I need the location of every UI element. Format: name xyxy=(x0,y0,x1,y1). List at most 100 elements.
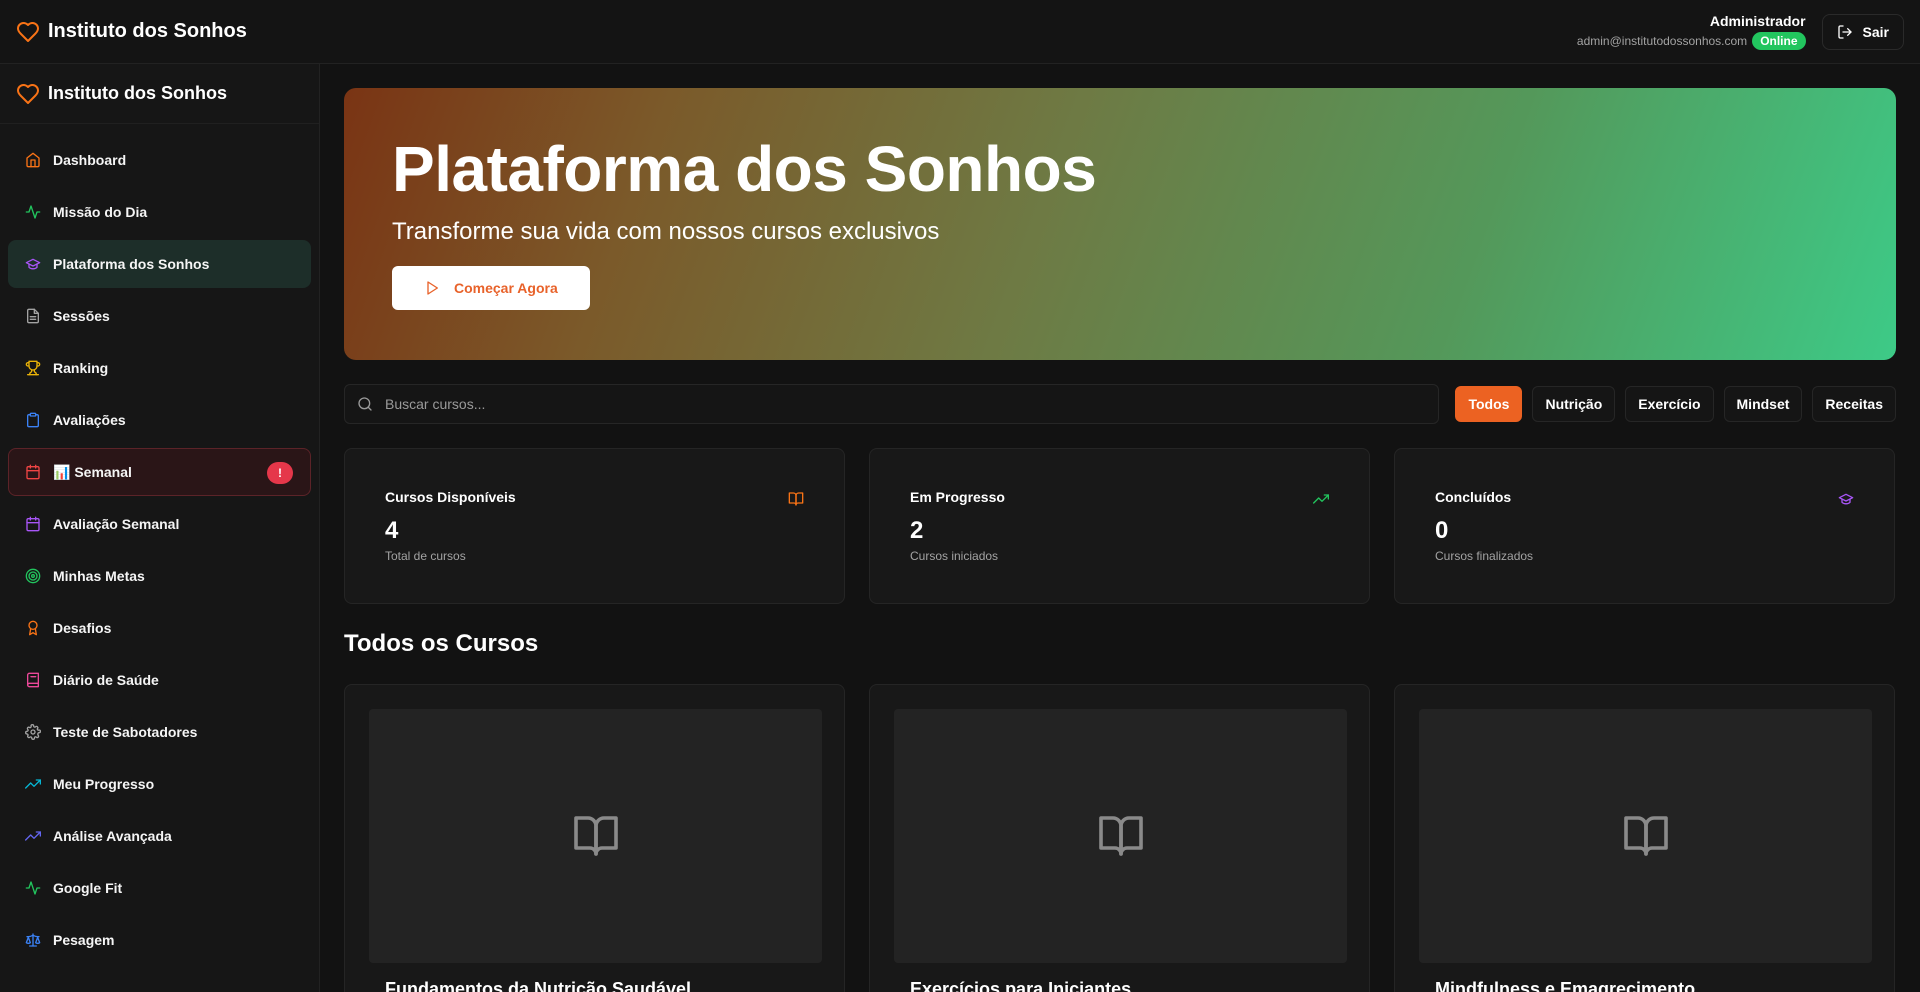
course-thumbnail xyxy=(369,709,822,963)
sidebar-item[interactable]: Google Fit xyxy=(8,864,311,912)
graduation-cap-icon xyxy=(25,258,41,270)
search-icon xyxy=(358,397,372,411)
sidebar-item[interactable]: Avaliações xyxy=(8,396,311,444)
course-title: Fundamentos da Nutrição Saudável xyxy=(385,979,692,992)
sidebar-brand-title: Instituto dos Sonhos xyxy=(48,83,227,103)
course-title: Mindfulness e Emagrecimento xyxy=(1435,979,1696,992)
hero-banner: Plataforma dos Sonhos Transforme sua vid… xyxy=(344,88,1896,360)
user-name: Administrador xyxy=(1709,13,1806,29)
course-card[interactable]: Mindfulness e Emagrecimento xyxy=(1394,684,1895,992)
user-email: admin@institutodossonhos.com xyxy=(1576,34,1748,48)
course-grid: Fundamentos da Nutrição Saudável Exercíci… xyxy=(344,684,1896,992)
logout-button[interactable]: Sair xyxy=(1821,13,1904,50)
course-card[interactable]: Fundamentos da Nutrição Saudável xyxy=(344,684,845,992)
sidebar-item[interactable]: Minhas Metas xyxy=(8,552,311,600)
online-status-badge: Online xyxy=(1752,32,1806,50)
log-out-icon xyxy=(1837,24,1852,39)
course-title: Exercícios para Iniciantes xyxy=(910,979,1132,992)
sidebar-item-label: Ranking xyxy=(53,360,109,376)
sidebar-item-label: Avaliações xyxy=(53,412,126,428)
sidebar-item-label: Missão do Dia xyxy=(53,204,148,220)
stat-label: Cursos Disponíveis xyxy=(385,489,516,505)
stat-value: 2 xyxy=(910,517,924,544)
trending-up-icon xyxy=(25,779,41,789)
filter-chip[interactable]: Nutrição xyxy=(1532,386,1616,422)
graduation-cap-icon xyxy=(1838,493,1854,505)
sidebar-item-label: Avaliação Semanal xyxy=(53,516,180,532)
sidebar-item[interactable]: Diário de Saúde xyxy=(8,656,311,704)
stat-subtitle: Total de cursos xyxy=(385,549,466,563)
calendar-icon xyxy=(26,464,40,480)
scale-icon xyxy=(25,933,41,947)
settings-icon xyxy=(25,724,41,740)
activity-icon xyxy=(25,205,41,219)
sidebar-item[interactable]: Ranking xyxy=(8,344,311,392)
book-open-icon xyxy=(788,492,804,506)
home-icon xyxy=(26,152,40,168)
heart-icon xyxy=(17,21,39,42)
clipboard-icon xyxy=(27,412,39,428)
filter-chip[interactable]: Mindset xyxy=(1723,386,1803,422)
sidebar-item-label: Google Fit xyxy=(53,880,123,896)
sidebar-item-label: Diário de Saúde xyxy=(53,672,159,688)
course-card[interactable]: Exercícios para Iniciantes xyxy=(869,684,1370,992)
sidebar-item-label: Desafios xyxy=(53,620,112,636)
award-icon xyxy=(28,620,38,636)
trophy-icon xyxy=(25,360,41,376)
sidebar-item-label: 📊 Semanal xyxy=(53,463,132,480)
sidebar-item[interactable]: Plataforma dos Sonhos xyxy=(8,240,311,288)
sidebar-item[interactable]: Avaliação Semanal xyxy=(8,500,311,548)
section-title: Todos os Cursos xyxy=(344,630,539,657)
main-content: Plataforma dos Sonhos Transforme sua vid… xyxy=(344,88,1896,992)
stat-card: Concluídos 0 Cursos finalizados xyxy=(1394,448,1895,604)
sidebar-item[interactable]: Sessões xyxy=(8,292,311,340)
category-filters: Todos Nutrição Exercício Mindset Receitas xyxy=(1455,386,1896,422)
user-area: Administrador admin@institutodossonhos.c… xyxy=(1577,13,1904,50)
trending-up-icon xyxy=(1313,494,1329,504)
play-icon xyxy=(427,281,438,296)
sidebar-item[interactable]: 📊 Semanal! xyxy=(8,448,311,496)
stat-label: Em Progresso xyxy=(910,489,1005,505)
sidebar-brand[interactable]: Instituto dos Sonhos xyxy=(0,64,319,124)
sidebar-item[interactable]: Análise Avançada xyxy=(8,812,311,860)
stat-value: 4 xyxy=(385,517,399,544)
stat-subtitle: Cursos finalizados xyxy=(1435,549,1534,563)
sidebar-item[interactable]: Teste de Sabotadores xyxy=(8,708,311,756)
course-thumbnail xyxy=(894,709,1347,963)
sidebar-item[interactable]: Meu Progresso xyxy=(8,760,311,808)
sidebar-item[interactable]: Desafios xyxy=(8,604,311,652)
sidebar-item-label: Meu Progresso xyxy=(53,776,155,792)
sidebar-item-label: Minhas Metas xyxy=(53,568,145,584)
search-input[interactable] xyxy=(385,396,1385,412)
sidebar: Instituto dos Sonhos Dashboard Missão do … xyxy=(0,64,320,992)
sidebar-item[interactable]: Missão do Dia xyxy=(8,188,311,236)
alert-badge: ! xyxy=(267,462,293,484)
heart-icon xyxy=(17,83,39,104)
book-open-icon xyxy=(573,816,618,856)
logout-label: Sair xyxy=(1862,23,1889,40)
stat-subtitle: Cursos iniciados xyxy=(910,549,999,563)
header-brand[interactable]: Instituto dos Sonhos xyxy=(16,20,247,44)
book-open-icon xyxy=(1098,816,1143,856)
top-header: Instituto dos Sonhos Administrador admin… xyxy=(0,0,1920,64)
sidebar-item-label: Sessões xyxy=(53,308,110,324)
sidebar-item[interactable]: Dashboard xyxy=(8,136,311,184)
stat-label: Concluídos xyxy=(1435,489,1512,505)
stat-value: 0 xyxy=(1435,517,1449,544)
sidebar-item-label: Dashboard xyxy=(53,152,127,168)
sidebar-item-label: Pesagem xyxy=(53,932,115,948)
search-box xyxy=(344,384,1440,424)
sidebar-item[interactable]: Pesagem xyxy=(8,916,311,964)
filter-chip[interactable]: Exercício xyxy=(1625,386,1714,422)
notebook-icon xyxy=(27,672,39,688)
course-thumbnail xyxy=(1419,709,1872,963)
filter-chip[interactable]: Todos xyxy=(1455,386,1523,422)
sidebar-item-label: Análise Avançada xyxy=(53,828,172,844)
hero-subtitle: Transforme sua vida com nossos cursos ex… xyxy=(392,218,940,246)
filter-chip[interactable]: Receitas xyxy=(1812,386,1896,422)
hero-title: Plataforma dos Sonhos xyxy=(392,133,1097,205)
start-now-button[interactable]: Começar Agora xyxy=(392,266,590,311)
start-now-label: Começar Agora xyxy=(454,280,558,297)
sidebar-item-label: Teste de Sabotadores xyxy=(53,724,198,740)
sidebar-nav: Dashboard Missão do Dia Plataforma dos Son… xyxy=(0,124,319,976)
